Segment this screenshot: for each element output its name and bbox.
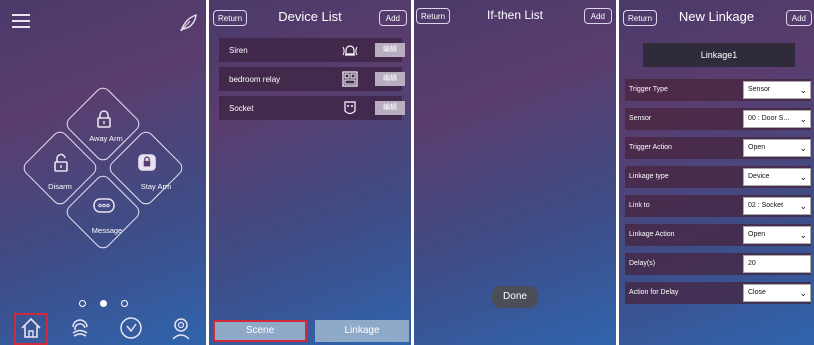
row-label: Link to: [629, 202, 650, 209]
linkage-type-row: Linkage type Device ⌄: [625, 166, 811, 188]
chevron-down-icon: ⌄: [799, 172, 807, 182]
sensor-select[interactable]: 00 : Door S... ⌄: [743, 110, 811, 128]
edit-button[interactable]: 编辑: [375, 72, 405, 86]
chevron-down-icon: ⌄: [799, 85, 807, 95]
row-label: Trigger Action: [629, 144, 672, 151]
ifthen-header: Return If-then List Add: [414, 0, 616, 34]
leaf-icon[interactable]: [178, 13, 198, 33]
page-dot[interactable]: [78, 300, 86, 307]
lock-open-icon: [54, 153, 68, 172]
action-for-delay-select[interactable]: Close ⌄: [743, 284, 811, 302]
link-to-select[interactable]: 02 : Socket ⌄: [743, 197, 811, 215]
trigger-type-row: Trigger Type Sensor ⌄: [625, 79, 811, 101]
edit-button[interactable]: 编辑: [375, 43, 405, 57]
link-to-row: Link to 02 : Socket ⌄: [625, 195, 811, 217]
action-for-delay-row: Action for Delay Close ⌄: [625, 282, 811, 304]
home-icon[interactable]: [18, 315, 44, 341]
device-list-header: Return Device List Add: [209, 0, 411, 34]
device-list-panel: Return Device List Add Siren 编辑 bedroom …: [209, 0, 411, 345]
device-row-socket[interactable]: Socket 编辑: [219, 96, 405, 120]
row-label: Delay(s): [629, 260, 656, 267]
device-name: Socket: [229, 104, 254, 113]
sensor-row: Sensor 00 : Door S... ⌄: [625, 108, 811, 130]
dial-icon[interactable]: [118, 315, 144, 341]
siren-icon: [342, 45, 358, 56]
tab-linkage[interactable]: Linkage: [315, 320, 409, 342]
row-label: Action for Delay: [629, 289, 679, 296]
device-row-bedroom-relay[interactable]: bedroom relay 编辑: [219, 67, 405, 91]
stay-arm-label: Stay Arm: [140, 182, 172, 191]
chevron-down-icon: ⌄: [799, 230, 807, 240]
new-linkage-panel: Return New Linkage Add Linkage1 Trigger …: [619, 0, 814, 345]
message-label: Message: [91, 226, 123, 235]
trigger-action-row: Trigger Action Open ⌄: [625, 137, 811, 159]
page-title: New Linkage: [678, 9, 755, 24]
home-panel: Away Arm Disarm Stay Arm Message: [0, 0, 206, 345]
device-name: Siren: [229, 46, 248, 55]
lock-badge-icon: [138, 154, 156, 171]
fingerprint-icon[interactable]: [67, 315, 93, 341]
chevron-down-icon: ⌄: [799, 143, 807, 153]
page-indicator: [0, 294, 206, 312]
add-button[interactable]: Add: [785, 10, 812, 26]
page-dot-active[interactable]: [99, 300, 107, 307]
trigger-action-select[interactable]: Open ⌄: [743, 139, 811, 157]
relay-icon: [342, 71, 358, 87]
chevron-down-icon: ⌄: [799, 114, 807, 124]
device-name: bedroom relay: [229, 75, 281, 84]
socket-icon: [344, 101, 356, 115]
trigger-type-select[interactable]: Sensor ⌄: [743, 81, 811, 99]
lock-closed-icon: [97, 110, 111, 128]
linkage-name-field[interactable]: Linkage1: [643, 43, 795, 67]
edit-button[interactable]: 编辑: [375, 101, 405, 115]
row-label: Sensor: [629, 115, 652, 122]
device-row-siren[interactable]: Siren 编辑: [219, 38, 405, 62]
new-linkage-header: Return New Linkage Add: [619, 0, 814, 34]
linkage-action-row: Linkage Action Open ⌄: [625, 224, 811, 246]
menu-icon[interactable]: [12, 14, 30, 28]
chevron-down-icon: ⌄: [799, 288, 807, 298]
chevron-down-icon: ⌄: [799, 201, 807, 211]
linkage-action-select[interactable]: Open ⌄: [743, 226, 811, 244]
page-dot[interactable]: [120, 300, 128, 307]
user-icon[interactable]: [168, 315, 194, 341]
add-button[interactable]: Add: [583, 8, 612, 24]
row-label: Linkage Action: [629, 231, 675, 238]
chat-bubble-icon: [93, 198, 115, 213]
ifthen-list-panel: Return If-then List Add Done: [414, 0, 616, 345]
row-label: Trigger Type: [629, 86, 668, 93]
add-button[interactable]: Add: [378, 10, 407, 26]
tab-scene[interactable]: Scene: [213, 320, 307, 342]
delay-input[interactable]: 20: [743, 255, 811, 273]
done-button[interactable]: Done: [492, 286, 538, 308]
row-label: Linkage type: [629, 173, 669, 180]
linkage-type-select[interactable]: Device ⌄: [743, 168, 811, 186]
delay-row: Delay(s) 20: [625, 253, 811, 275]
